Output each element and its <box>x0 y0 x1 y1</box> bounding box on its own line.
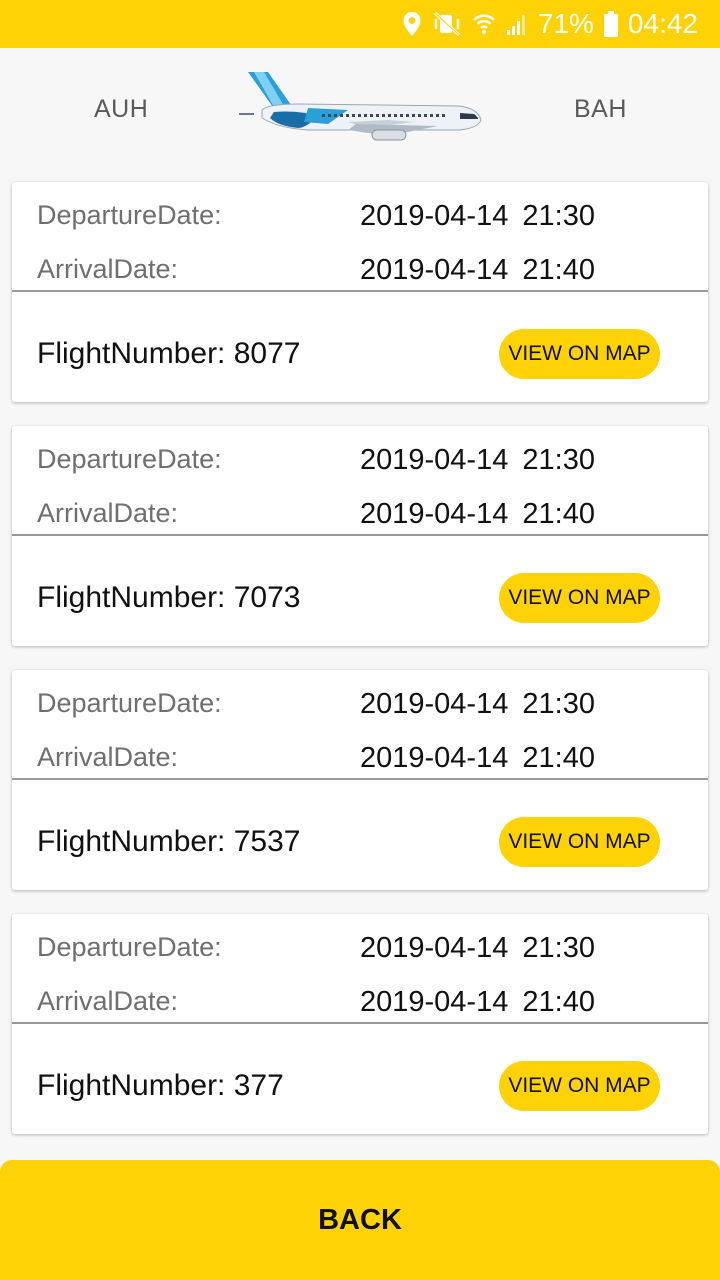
arrival-value: 2019-04-14 21:40 <box>360 498 595 530</box>
card-divider <box>12 1022 708 1024</box>
departure-value: 2019-04-14 21:30 <box>360 444 595 476</box>
departure-value: 2019-04-14 21:30 <box>360 932 595 964</box>
departure-value: 2019-04-14 21:30 <box>360 688 595 720</box>
arrival-value: 2019-04-14 21:40 <box>360 742 595 774</box>
flight-card: DepartureDate: 2019-04-14 21:30 ArrivalD… <box>12 670 708 890</box>
card-divider <box>12 778 708 780</box>
flight-number: FlightNumber: 7073 <box>37 581 301 614</box>
view-on-map-button[interactable]: VIEW ON MAP <box>499 817 660 867</box>
battery-percent: 71% <box>537 8 594 39</box>
clock: 04:42 <box>627 8 698 39</box>
mute-vibrate-icon <box>432 11 462 37</box>
flight-number: FlightNumber: 377 <box>37 1069 284 1102</box>
arrival-label: ArrivalDate: <box>37 254 179 284</box>
departure-label: DepartureDate: <box>37 444 222 474</box>
arrival-label: ArrivalDate: <box>37 742 179 772</box>
departure-value: 2019-04-14 21:30 <box>360 200 595 232</box>
flight-card: DepartureDate: 2019-04-14 21:30 ArrivalD… <box>12 426 708 646</box>
battery-icon <box>603 11 618 37</box>
arrival-label: ArrivalDate: <box>37 986 179 1016</box>
destination-code: BAH <box>574 95 627 123</box>
signal-icon <box>506 12 528 36</box>
flight-card: DepartureDate: 2019-04-14 21:30 ArrivalD… <box>12 914 708 1134</box>
departure-label: DepartureDate: <box>37 688 222 718</box>
flight-number: FlightNumber: 7537 <box>37 825 301 858</box>
flight-number: FlightNumber: 8077 <box>37 337 301 370</box>
card-divider <box>12 534 708 536</box>
view-on-map-button[interactable]: VIEW ON MAP <box>499 1061 660 1111</box>
origin-code: AUH <box>94 95 149 123</box>
status-bar: 71% 04:42 <box>0 0 720 48</box>
airplane-illustration <box>238 70 484 153</box>
route-header: AUH BAH <box>0 48 720 176</box>
location-icon <box>402 11 422 37</box>
wifi-icon <box>472 11 496 37</box>
view-on-map-button[interactable]: VIEW ON MAP <box>499 329 660 379</box>
arrival-value: 2019-04-14 21:40 <box>360 986 595 1018</box>
back-button[interactable]: BACK <box>0 1160 720 1280</box>
arrival-value: 2019-04-14 21:40 <box>360 254 595 286</box>
departure-label: DepartureDate: <box>37 932 222 962</box>
arrival-label: ArrivalDate: <box>37 498 179 528</box>
departure-label: DepartureDate: <box>37 200 222 230</box>
card-divider <box>12 290 708 292</box>
flight-card: DepartureDate: 2019-04-14 21:30 ArrivalD… <box>12 182 708 402</box>
view-on-map-button[interactable]: VIEW ON MAP <box>499 573 660 623</box>
